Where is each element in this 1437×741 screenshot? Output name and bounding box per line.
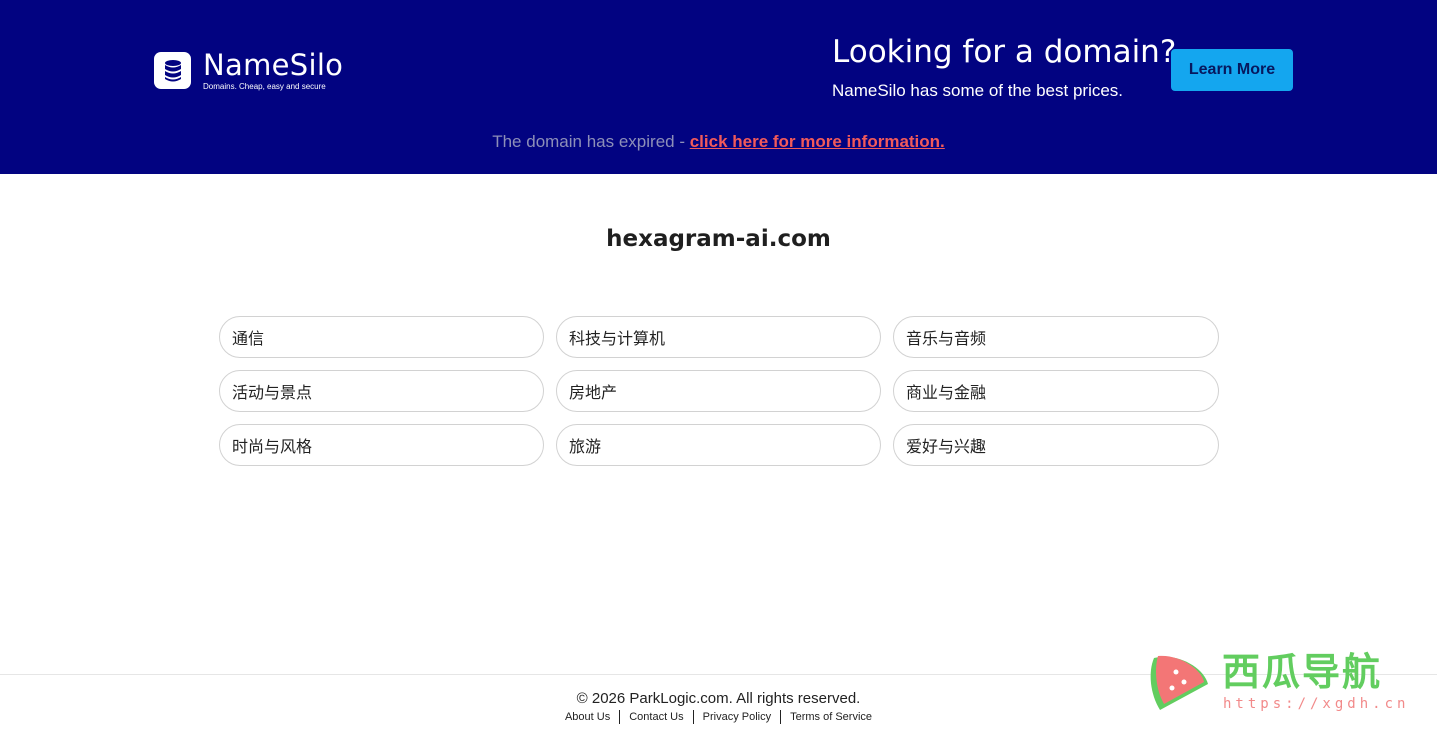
related-link[interactable]: 活动与景点 [219, 370, 544, 412]
header-banner: NameSilo Domains. Cheap, easy and secure… [0, 0, 1437, 174]
promo-subtitle: NameSilo has some of the best prices. [832, 81, 1124, 100]
promo-block: Looking for a domain? NameSilo has some … [832, 32, 1176, 101]
watermelon-logo-icon [1150, 655, 1208, 710]
footer-link-terms[interactable]: Terms of Service [781, 711, 881, 723]
expired-text: The domain has expired - [492, 132, 690, 151]
footer-link-contact[interactable]: Contact Us [620, 711, 692, 723]
footer-link-privacy[interactable]: Privacy Policy [694, 711, 780, 723]
related-link[interactable]: 科技与计算机 [556, 316, 881, 358]
logo-tagline: Domains. Cheap, easy and secure [203, 82, 326, 91]
related-link[interactable]: 通信 [219, 316, 544, 358]
related-links-grid: 通信 科技与计算机 音乐与音频 活动与景点 房地产 商业与金融 时尚与风格 旅游… [219, 316, 1219, 466]
domain-title: hexagram-ai.com [606, 226, 831, 252]
footer-link-about[interactable]: About Us [556, 711, 619, 723]
promo-title: Looking for a domain? [832, 34, 1177, 70]
watermark-title: 西瓜导航 [1222, 650, 1383, 694]
related-link[interactable]: 爱好与兴趣 [893, 424, 1219, 466]
watermark: 西瓜导航 https://xgdh.cn [1148, 648, 1426, 716]
more-info-link[interactable]: click here for more information. [690, 132, 945, 151]
related-link[interactable]: 房地产 [556, 370, 881, 412]
related-link[interactable]: 旅游 [556, 424, 881, 466]
related-link[interactable]: 音乐与音频 [893, 316, 1219, 358]
expired-notice: The domain has expired - click here for … [0, 132, 1437, 152]
database-icon [154, 52, 191, 89]
learn-more-button[interactable]: Learn More [1171, 49, 1293, 91]
watermark-url: https://xgdh.cn [1223, 696, 1410, 712]
related-link[interactable]: 时尚与风格 [219, 424, 544, 466]
namesilo-logo[interactable]: NameSilo Domains. Cheap, easy and secure [154, 50, 343, 91]
logo-name: NameSilo [203, 48, 344, 82]
related-link[interactable]: 商业与金融 [893, 370, 1219, 412]
